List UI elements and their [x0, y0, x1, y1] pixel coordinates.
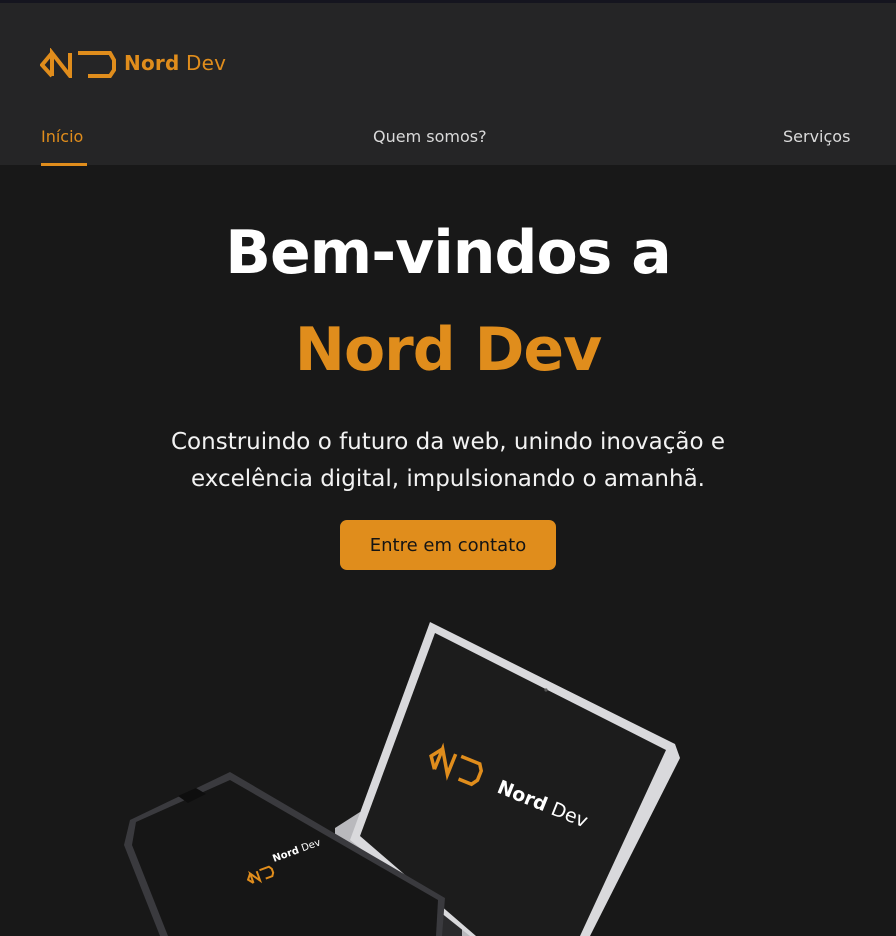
- brand-logo[interactable]: Nord Dev: [40, 48, 226, 78]
- nav-item-quem-somos[interactable]: Quem somos?: [373, 127, 487, 146]
- nd-logo-icon: [40, 48, 116, 78]
- hero-title-brand: Nord Dev: [294, 315, 602, 385]
- active-nav-indicator: [41, 163, 87, 166]
- contact-button[interactable]: Entre em contato: [340, 520, 556, 570]
- hero-title: Bem-vindos a: [225, 218, 672, 288]
- device-mockup-image: Nord Dev Nord Dev: [124, 622, 680, 936]
- site-header: Nord Dev Início Quem somos? Serviços: [0, 3, 896, 166]
- brand-name: Nord Dev: [124, 51, 227, 75]
- nav-item-servicos[interactable]: Serviços: [783, 127, 850, 146]
- laptop-camera-icon: [544, 688, 548, 692]
- hero-subtitle: Construindo o futuro da web, unindo inov…: [171, 429, 725, 492]
- nav-item-inicio[interactable]: Início: [41, 127, 83, 146]
